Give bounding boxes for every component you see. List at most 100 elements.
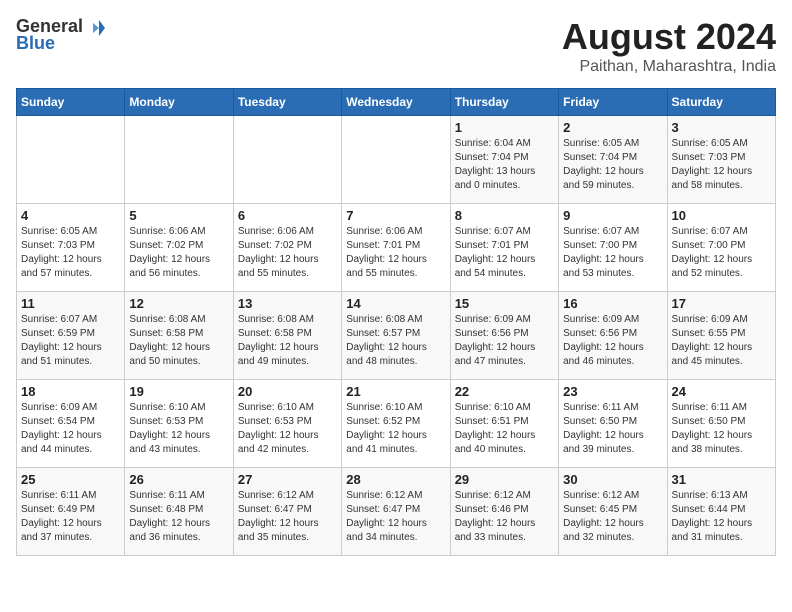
day-info: Sunrise: 6:05 AM Sunset: 7:03 PM Dayligh… — [21, 225, 120, 281]
day-number: 12 — [129, 296, 228, 311]
calendar-cell: 10 Sunrise: 6:07 AM Sunset: 7:00 PM Dayli… — [667, 204, 775, 292]
day-number: 31 — [672, 472, 771, 487]
calendar-cell: 5 Sunrise: 6:06 AM Sunset: 7:02 PM Daylig… — [125, 204, 233, 292]
calendar-cell: 12 Sunrise: 6:08 AM Sunset: 6:58 PM Dayli… — [125, 292, 233, 380]
day-number: 22 — [455, 384, 554, 399]
calendar-cell: 9 Sunrise: 6:07 AM Sunset: 7:00 PM Daylig… — [559, 204, 667, 292]
day-number: 26 — [129, 472, 228, 487]
day-number: 9 — [563, 208, 662, 223]
day-info: Sunrise: 6:08 AM Sunset: 6:58 PM Dayligh… — [129, 313, 228, 369]
day-number: 21 — [346, 384, 445, 399]
day-info: Sunrise: 6:06 AM Sunset: 7:01 PM Dayligh… — [346, 225, 445, 281]
logo-icon — [85, 18, 105, 36]
day-info: Sunrise: 6:10 AM Sunset: 6:52 PM Dayligh… — [346, 401, 445, 457]
calendar-cell: 21 Sunrise: 6:10 AM Sunset: 6:52 PM Dayli… — [342, 380, 450, 468]
header-monday: Monday — [125, 89, 233, 116]
calendar-cell: 8Sunrise: 6:07 AM Sunset: 7:01 PM Daylig… — [450, 204, 558, 292]
day-info: Sunrise: 6:11 AM Sunset: 6:48 PM Dayligh… — [129, 489, 228, 545]
calendar-cell: 16 Sunrise: 6:09 AM Sunset: 6:56 PM Dayli… — [559, 292, 667, 380]
day-info: Sunrise: 6:12 AM Sunset: 6:47 PM Dayligh… — [346, 489, 445, 545]
logo-blue-text: Blue — [16, 33, 55, 54]
day-number: 3 — [672, 120, 771, 135]
calendar-cell: 11Sunrise: 6:07 AM Sunset: 6:59 PM Dayli… — [17, 292, 125, 380]
day-info: Sunrise: 6:04 AM Sunset: 7:04 PM Dayligh… — [455, 137, 554, 193]
calendar-cell: 4 Sunrise: 6:05 AM Sunset: 7:03 PM Daylig… — [17, 204, 125, 292]
day-number: 1 — [455, 120, 554, 135]
header-sunday: Sunday — [17, 89, 125, 116]
calendar-cell: 28 Sunrise: 6:12 AM Sunset: 6:47 PM Dayli… — [342, 468, 450, 556]
day-number: 24 — [672, 384, 771, 399]
day-number: 4 — [21, 208, 120, 223]
calendar-cell: 7 Sunrise: 6:06 AM Sunset: 7:01 PM Daylig… — [342, 204, 450, 292]
header-thursday: Thursday — [450, 89, 558, 116]
day-number: 25 — [21, 472, 120, 487]
day-number: 14 — [346, 296, 445, 311]
day-info: Sunrise: 6:07 AM Sunset: 7:01 PM Dayligh… — [455, 225, 554, 281]
calendar-cell: 17Sunrise: 6:09 AM Sunset: 6:55 PM Dayli… — [667, 292, 775, 380]
day-number: 29 — [455, 472, 554, 487]
calendar-cell: 31 Sunrise: 6:13 AM Sunset: 6:44 PM Dayli… — [667, 468, 775, 556]
day-info: Sunrise: 6:07 AM Sunset: 7:00 PM Dayligh… — [563, 225, 662, 281]
header-saturday: Saturday — [667, 89, 775, 116]
day-number: 23 — [563, 384, 662, 399]
calendar-cell: 29 Sunrise: 6:12 AM Sunset: 6:46 PM Dayli… — [450, 468, 558, 556]
calendar-cell: 23 Sunrise: 6:11 AM Sunset: 6:50 PM Dayli… — [559, 380, 667, 468]
page-title: August 2024 — [562, 16, 776, 58]
day-number: 20 — [238, 384, 337, 399]
header-friday: Friday — [559, 89, 667, 116]
day-info: Sunrise: 6:12 AM Sunset: 6:47 PM Dayligh… — [238, 489, 337, 545]
day-info: Sunrise: 6:09 AM Sunset: 6:56 PM Dayligh… — [563, 313, 662, 369]
calendar-cell: 20 Sunrise: 6:10 AM Sunset: 6:53 PM Dayli… — [233, 380, 341, 468]
day-number: 28 — [346, 472, 445, 487]
calendar-cell: 22Sunrise: 6:10 AM Sunset: 6:51 PM Dayli… — [450, 380, 558, 468]
day-number: 7 — [346, 208, 445, 223]
day-number: 16 — [563, 296, 662, 311]
day-info: Sunrise: 6:12 AM Sunset: 6:45 PM Dayligh… — [563, 489, 662, 545]
day-info: Sunrise: 6:11 AM Sunset: 6:49 PM Dayligh… — [21, 489, 120, 545]
calendar-cell: 3 Sunrise: 6:05 AM Sunset: 7:03 PM Daylig… — [667, 116, 775, 204]
day-number: 19 — [129, 384, 228, 399]
calendar-cell — [342, 116, 450, 204]
day-number: 17 — [672, 296, 771, 311]
day-info: Sunrise: 6:11 AM Sunset: 6:50 PM Dayligh… — [563, 401, 662, 457]
week-row-5: 25 Sunrise: 6:11 AM Sunset: 6:49 PM Dayli… — [17, 468, 776, 556]
day-number: 30 — [563, 472, 662, 487]
header-tuesday: Tuesday — [233, 89, 341, 116]
page-subtitle: Paithan, Maharashtra, India — [562, 58, 776, 76]
calendar-cell: 24 Sunrise: 6:11 AM Sunset: 6:50 PM Dayli… — [667, 380, 775, 468]
day-number: 5 — [129, 208, 228, 223]
day-info: Sunrise: 6:10 AM Sunset: 6:53 PM Dayligh… — [129, 401, 228, 457]
calendar-cell — [17, 116, 125, 204]
day-info: Sunrise: 6:09 AM Sunset: 6:56 PM Dayligh… — [455, 313, 554, 369]
calendar-cell — [233, 116, 341, 204]
day-number: 13 — [238, 296, 337, 311]
day-number: 15 — [455, 296, 554, 311]
calendar-cell: 25 Sunrise: 6:11 AM Sunset: 6:49 PM Dayli… — [17, 468, 125, 556]
day-info: Sunrise: 6:09 AM Sunset: 6:54 PM Dayligh… — [21, 401, 120, 457]
calendar-cell: 15 Sunrise: 6:09 AM Sunset: 6:56 PM Dayli… — [450, 292, 558, 380]
header-wednesday: Wednesday — [342, 89, 450, 116]
day-info: Sunrise: 6:10 AM Sunset: 6:53 PM Dayligh… — [238, 401, 337, 457]
calendar-table: SundayMondayTuesdayWednesdayThursdayFrid… — [16, 88, 776, 556]
day-info: Sunrise: 6:08 AM Sunset: 6:58 PM Dayligh… — [238, 313, 337, 369]
calendar-cell: 13 Sunrise: 6:08 AM Sunset: 6:58 PM Dayli… — [233, 292, 341, 380]
day-info: Sunrise: 6:06 AM Sunset: 7:02 PM Dayligh… — [238, 225, 337, 281]
logo: General Blue — [16, 16, 105, 54]
day-info: Sunrise: 6:07 AM Sunset: 6:59 PM Dayligh… — [21, 313, 120, 369]
day-info: Sunrise: 6:12 AM Sunset: 6:46 PM Dayligh… — [455, 489, 554, 545]
calendar-cell: 18 Sunrise: 6:09 AM Sunset: 6:54 PM Dayli… — [17, 380, 125, 468]
day-info: Sunrise: 6:07 AM Sunset: 7:00 PM Dayligh… — [672, 225, 771, 281]
calendar-cell: 6Sunrise: 6:06 AM Sunset: 7:02 PM Daylig… — [233, 204, 341, 292]
day-info: Sunrise: 6:13 AM Sunset: 6:44 PM Dayligh… — [672, 489, 771, 545]
title-block: August 2024 Paithan, Maharashtra, India — [562, 16, 776, 76]
day-info: Sunrise: 6:06 AM Sunset: 7:02 PM Dayligh… — [129, 225, 228, 281]
day-info: Sunrise: 6:05 AM Sunset: 7:03 PM Dayligh… — [672, 137, 771, 193]
day-number: 10 — [672, 208, 771, 223]
calendar-header-row: SundayMondayTuesdayWednesdayThursdayFrid… — [17, 89, 776, 116]
calendar-cell: 2Sunrise: 6:05 AM Sunset: 7:04 PM Daylig… — [559, 116, 667, 204]
day-info: Sunrise: 6:11 AM Sunset: 6:50 PM Dayligh… — [672, 401, 771, 457]
calendar-cell: 26 Sunrise: 6:11 AM Sunset: 6:48 PM Dayli… — [125, 468, 233, 556]
calendar-cell: 27Sunrise: 6:12 AM Sunset: 6:47 PM Dayli… — [233, 468, 341, 556]
day-number: 18 — [21, 384, 120, 399]
week-row-1: 1 Sunrise: 6:04 AM Sunset: 7:04 PM Daylig… — [17, 116, 776, 204]
